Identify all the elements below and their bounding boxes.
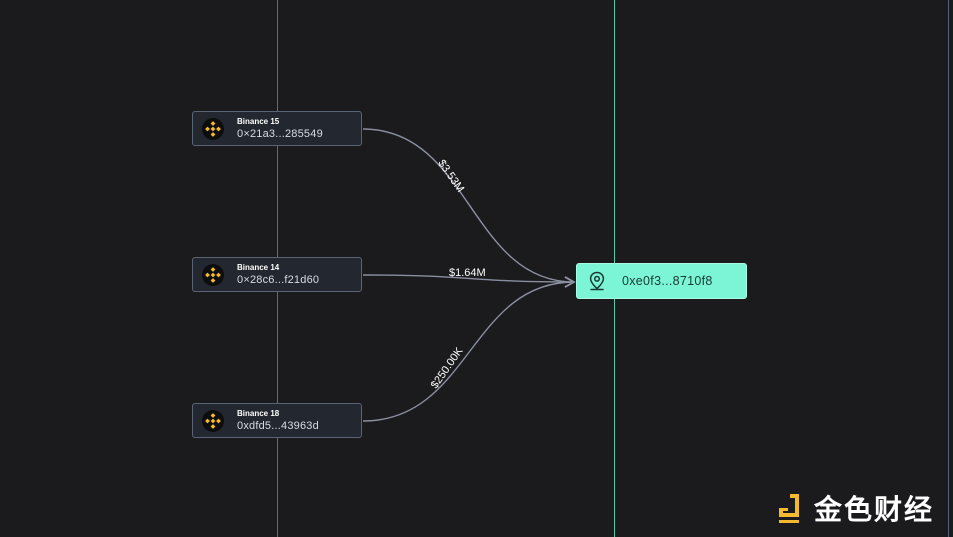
flow-label-2: $1.64M <box>449 267 486 279</box>
location-pin-icon <box>589 271 605 291</box>
flow-edge-1[interactable] <box>362 128 576 288</box>
jinse-logo-icon <box>779 494 799 523</box>
target-address: 0xe0f3...8710f8 <box>622 274 713 288</box>
binance-icon <box>202 263 224 286</box>
source-node-binance-18[interactable]: Binance 18 0xdfd5...43963d <box>192 403 362 438</box>
watermark: 金色财经 <box>772 490 934 526</box>
watermark-text: 金色财经 <box>814 493 935 526</box>
source-node-binance-15[interactable]: Binance 15 0×21a3...285549 <box>192 111 362 146</box>
target-node[interactable]: 0xe0f3...8710f8 <box>576 263 747 299</box>
source-address: 0xdfd5...43963d <box>237 419 319 432</box>
source-name: Binance 15 <box>237 116 280 126</box>
source-node-binance-14[interactable]: Binance 14 0×28c6...f21d60 <box>192 257 362 292</box>
source-address: 0×28c6...f21d60 <box>237 273 320 286</box>
source-address: 0×21a3...285549 <box>237 127 323 140</box>
flow-edge-3[interactable] <box>362 276 576 422</box>
source-name: Binance 14 <box>237 262 280 272</box>
binance-icon <box>202 117 224 140</box>
flow-diagram: Binance 15 0×21a3...285549 Binance 14 0×… <box>0 0 953 537</box>
source-name: Binance 18 <box>237 408 280 418</box>
binance-icon <box>202 409 224 432</box>
